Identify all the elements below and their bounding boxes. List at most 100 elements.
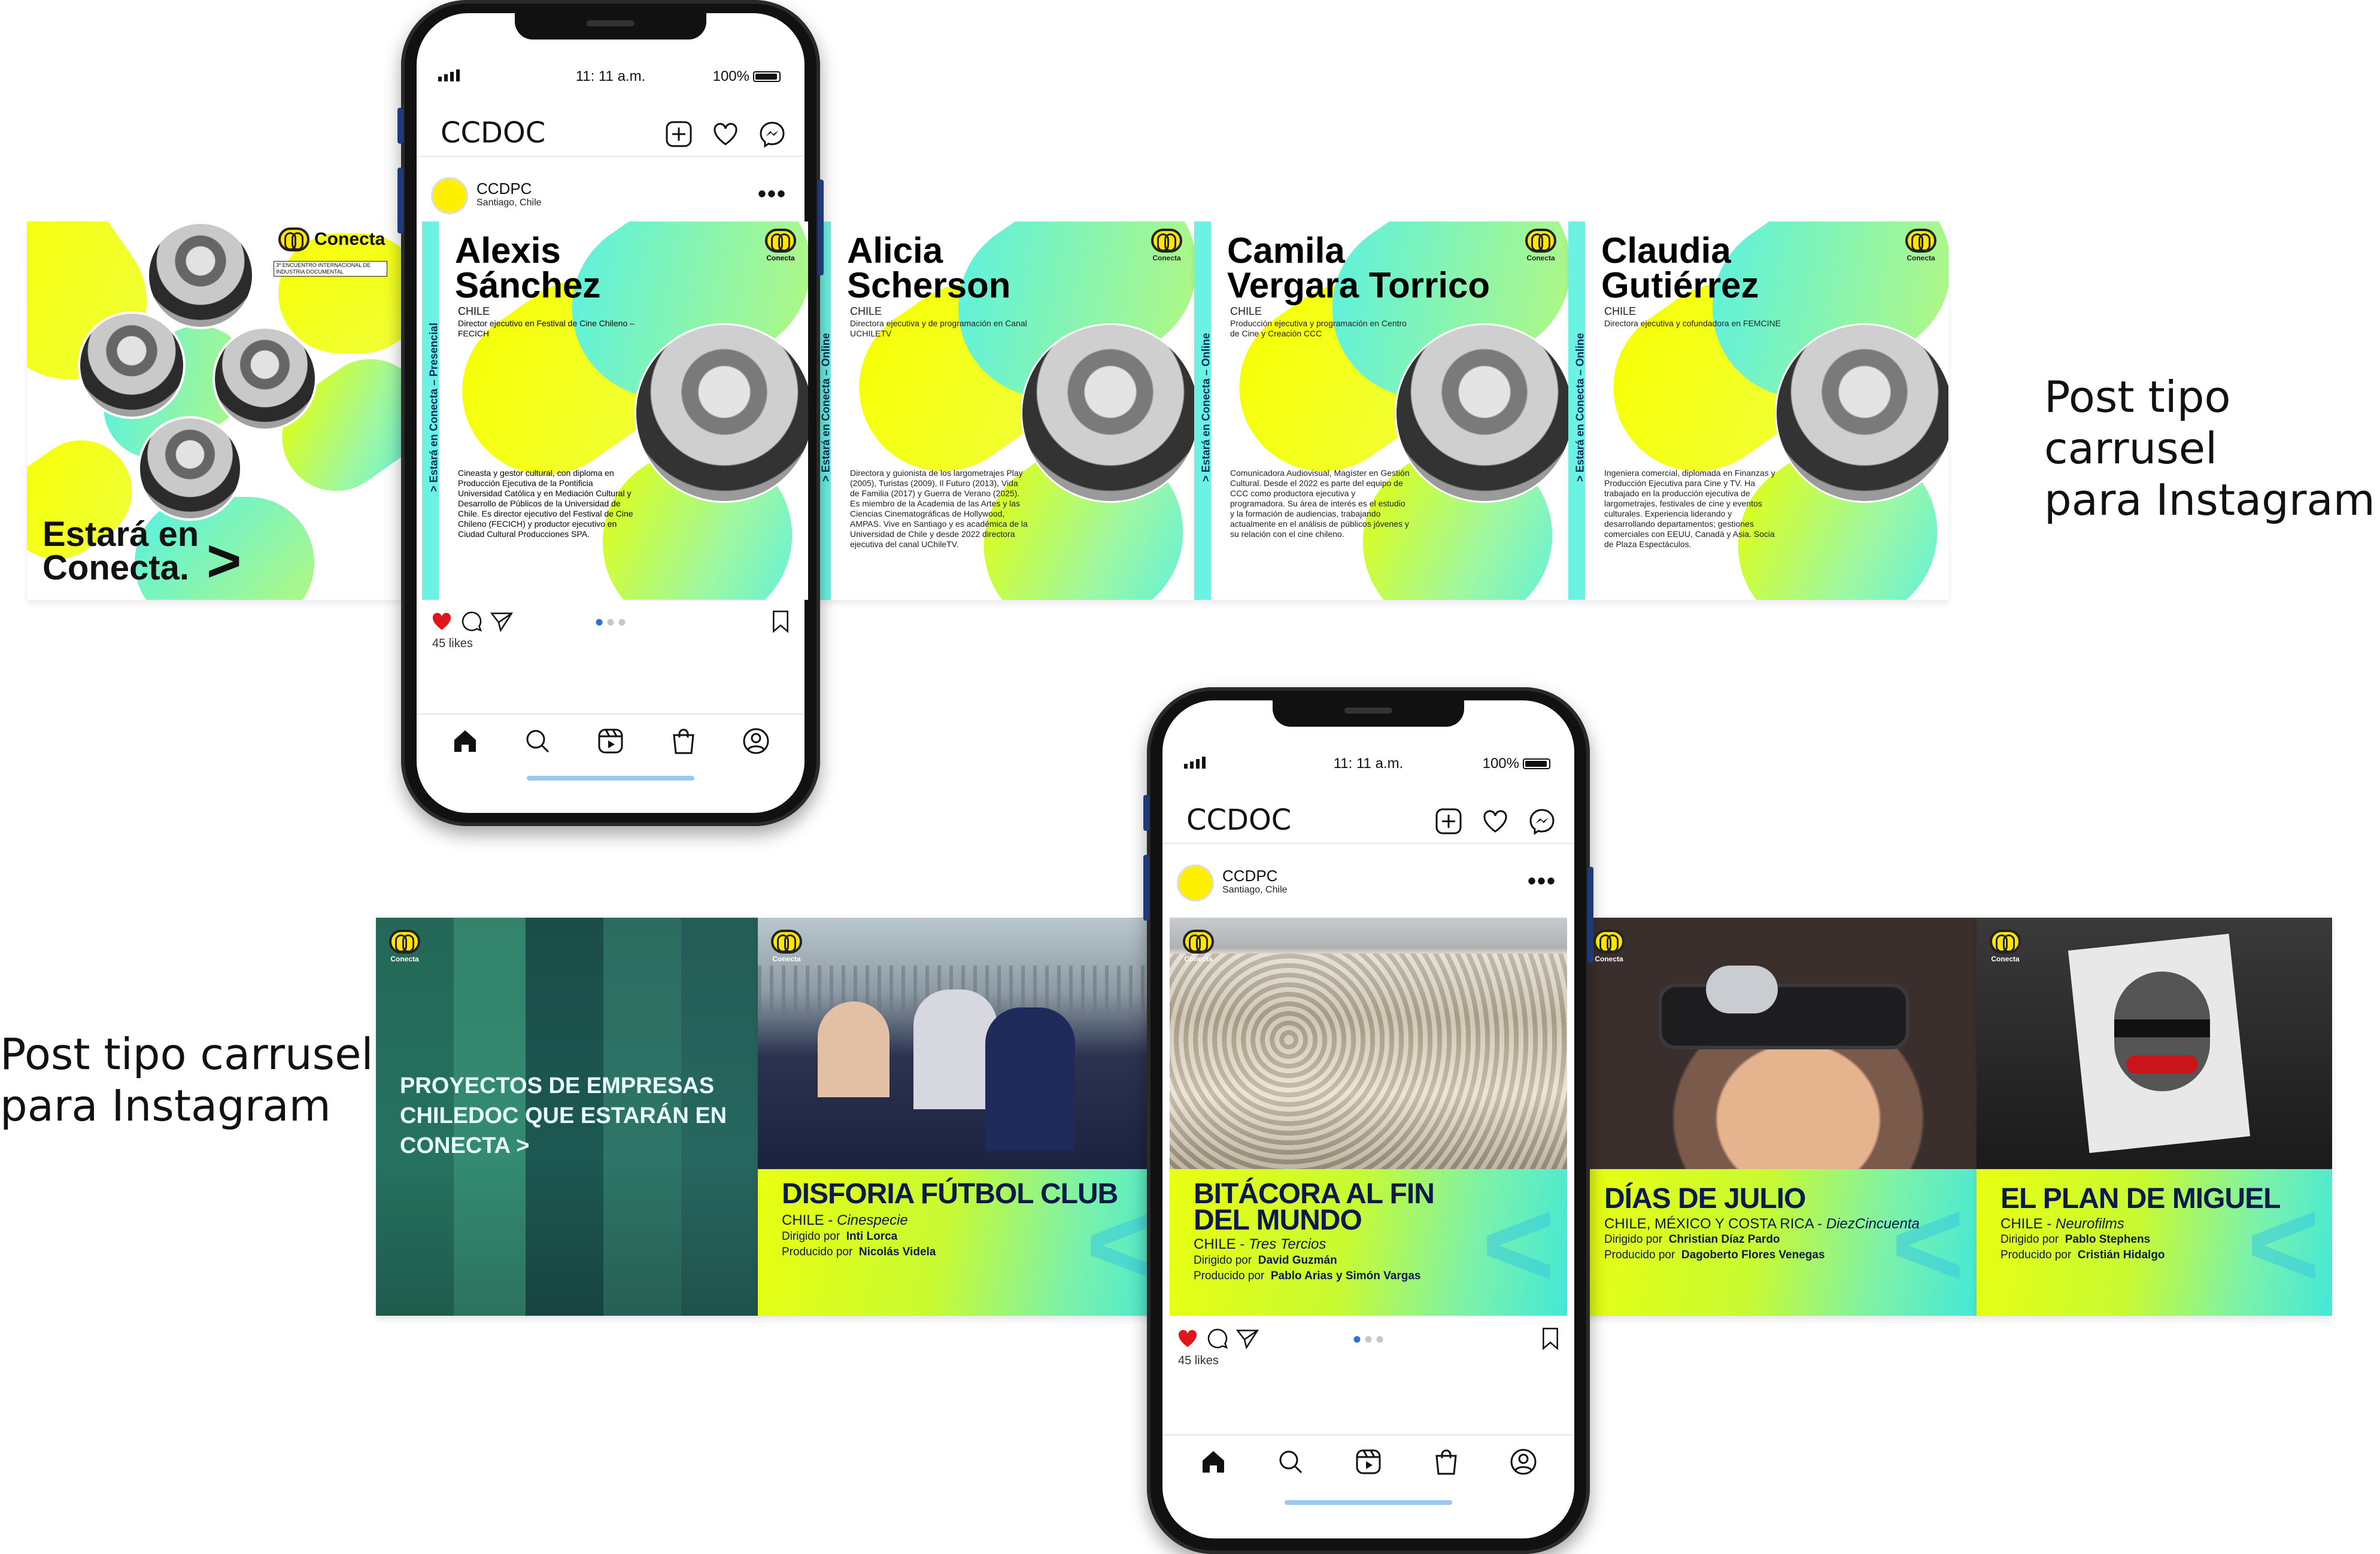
shop-icon[interactable]: [1432, 1447, 1461, 1476]
film-company: Tres Tercios: [1249, 1236, 1326, 1252]
comment-icon[interactable]: [460, 609, 484, 633]
film-producer: Cristián Hidalgo: [2077, 1249, 2165, 1261]
profile-icon[interactable]: [1509, 1447, 1538, 1476]
speaker-name: Camila Vergara Torrico: [1227, 230, 1490, 305]
home-indicator: [1285, 1500, 1452, 1505]
shop-icon[interactable]: [669, 727, 698, 755]
phone-screen: 11: 11 a.m. 100% CCDOC CCDPC Santiago, C…: [1162, 700, 1574, 1538]
film-producer-line: Producido por Dagoberto Flores Venegas: [1604, 1249, 1825, 1262]
new-post-icon[interactable]: [664, 120, 693, 148]
conecta-logo: Conecta: [765, 229, 796, 262]
conecta-logo-icon: [1990, 930, 2021, 954]
share-icon[interactable]: [1235, 1327, 1259, 1350]
likes-count: 45 likes: [432, 637, 473, 650]
speaker-name: Alexis Sánchez: [455, 230, 601, 305]
film-director: Pablo Stephens: [2065, 1233, 2151, 1246]
app-name: CCDOC: [1186, 803, 1292, 837]
speaker-country: CHILE: [1604, 305, 1637, 317]
logo-text: Conecta: [1595, 955, 1623, 963]
account-name[interactable]: CCDPC: [1222, 867, 1277, 885]
conecta-logo-icon: [1593, 930, 1625, 954]
account-avatar[interactable]: [431, 177, 468, 214]
more-options-icon[interactable]: •••: [1528, 868, 1556, 895]
sidebar-label: > Estará en Conecta – Online: [1574, 333, 1586, 482]
conecta-logo-icon: [278, 227, 309, 251]
home-icon[interactable]: [451, 727, 479, 755]
new-post-icon[interactable]: [1434, 807, 1463, 836]
produced-label: Producido por: [1194, 1270, 1265, 1282]
speaker-name: Alicia Scherson: [847, 230, 1011, 305]
film-country: CHILE: [782, 1212, 824, 1228]
produced-label: Producido por: [1604, 1249, 1675, 1261]
produced-label: Producido por: [2000, 1249, 2072, 1261]
conecta-logo: Conecta: [1990, 930, 2021, 963]
app-name: CCDOC: [441, 116, 546, 150]
film-company: Neurofilms: [2056, 1216, 2124, 1232]
app-bar: CCDOC: [417, 109, 805, 157]
speaker-card-4: > Estará en Conecta – Online Conecta Cla…: [1568, 221, 1948, 600]
film-country-line: CHILE - Cinespecie: [782, 1212, 908, 1228]
sidebar-label: > Estará en Conecta – Online: [819, 333, 832, 482]
directed-label: Dirigido por: [1194, 1254, 1252, 1267]
caption-right: Post tipo carrusel para Instagram: [2044, 372, 2375, 525]
cover-card: Conecta 3º ENCUENTRO INTERNACIONAL DE IN…: [27, 221, 410, 600]
bookmark-icon[interactable]: [1540, 1327, 1561, 1350]
reels-icon[interactable]: [1354, 1447, 1383, 1476]
speaker-bio: Directora y guionista de los largometraj…: [850, 468, 1028, 549]
speaker-country: CHILE: [1230, 305, 1262, 317]
profile-icon[interactable]: [742, 727, 770, 755]
film-country-line: CHILE - Tres Tercios: [1194, 1236, 1326, 1252]
speaker-card-3: > Estará en Conecta – Online Conecta Cam…: [1194, 221, 1568, 600]
heart-icon[interactable]: [1481, 807, 1510, 836]
share-icon[interactable]: [490, 609, 514, 633]
like-icon[interactable]: [430, 609, 454, 633]
film-producer-line: Producido por Cristián Hidalgo: [2000, 1249, 2165, 1262]
speaker-country: CHILE: [850, 305, 882, 317]
search-icon[interactable]: [523, 727, 552, 755]
home-indicator: [527, 776, 694, 781]
battery-percent: 100%: [712, 68, 749, 84]
film-director: David Guzmán: [1258, 1254, 1337, 1267]
logo-text: Conecta: [1152, 254, 1181, 262]
search-icon[interactable]: [1276, 1447, 1305, 1476]
bookmark-icon[interactable]: [770, 609, 791, 633]
film-producer-line: Producido por Pablo Arias y Simón Vargas: [1194, 1270, 1420, 1283]
film-director: Christian Díaz Pardo: [1668, 1233, 1780, 1246]
carousel-dots: [596, 619, 626, 626]
caption-left: Post tipo carrusel para Instagram: [0, 1029, 374, 1131]
like-icon[interactable]: [1176, 1327, 1200, 1350]
avatar-claudia: [138, 416, 242, 521]
logo-text: Conecta: [1991, 955, 2020, 963]
reels-icon[interactable]: [596, 727, 625, 755]
comment-icon[interactable]: [1206, 1327, 1230, 1350]
logo-text: Conecta: [390, 955, 419, 963]
account-avatar[interactable]: [1177, 864, 1214, 902]
film-director-line: Dirigido por Christian Díaz Pardo: [1604, 1233, 1780, 1246]
likes-count: 45 likes: [1178, 1354, 1219, 1367]
avatar-alexis: [147, 221, 254, 329]
post-actions: 45 likes: [1162, 1323, 1574, 1367]
logo-text: Conecta: [1907, 254, 1935, 262]
film-card-3: < Conecta DÍAS DE JULIO CHILE, MÉXICO Y …: [1580, 918, 1977, 1316]
film-company: Cinespecie: [837, 1212, 908, 1228]
conecta-logo: Conecta: [1593, 930, 1625, 963]
account-name[interactable]: CCDPC: [476, 180, 532, 198]
post-header: CCDPC Santiago, Chile •••: [417, 170, 805, 218]
post-header: CCDPC Santiago, Chile •••: [1162, 857, 1574, 905]
battery-icon: [1523, 758, 1550, 769]
heart-icon[interactable]: [711, 120, 740, 148]
messenger-icon[interactable]: [1528, 807, 1556, 836]
directed-label: Dirigido por: [2000, 1233, 2059, 1246]
film-producer: Pablo Arias y Simón Vargas: [1270, 1270, 1421, 1282]
conecta-logo-icon: [389, 930, 420, 954]
projects-cover-card: Conecta PROYECTOS DE EMPRESAS CHILEDOC Q…: [376, 918, 758, 1316]
conecta-logo: Conecta: [771, 930, 802, 963]
post-image[interactable]: < Conecta BITÁCORA AL FIN DEL MUNDO CHIL…: [1170, 918, 1567, 1316]
film-director-line: Dirigido por Pablo Stephens: [2000, 1233, 2150, 1246]
speaker-photo: [635, 323, 808, 503]
home-icon[interactable]: [1199, 1447, 1228, 1476]
more-options-icon[interactable]: •••: [758, 181, 787, 208]
speaker-card-1-onscreen: > Estará en Conecta – Presencial Conecta…: [422, 221, 808, 600]
film-country-line: CHILE, MÉXICO Y COSTA RICA - DiezCincuen…: [1604, 1216, 1920, 1232]
messenger-icon[interactable]: [758, 120, 787, 148]
